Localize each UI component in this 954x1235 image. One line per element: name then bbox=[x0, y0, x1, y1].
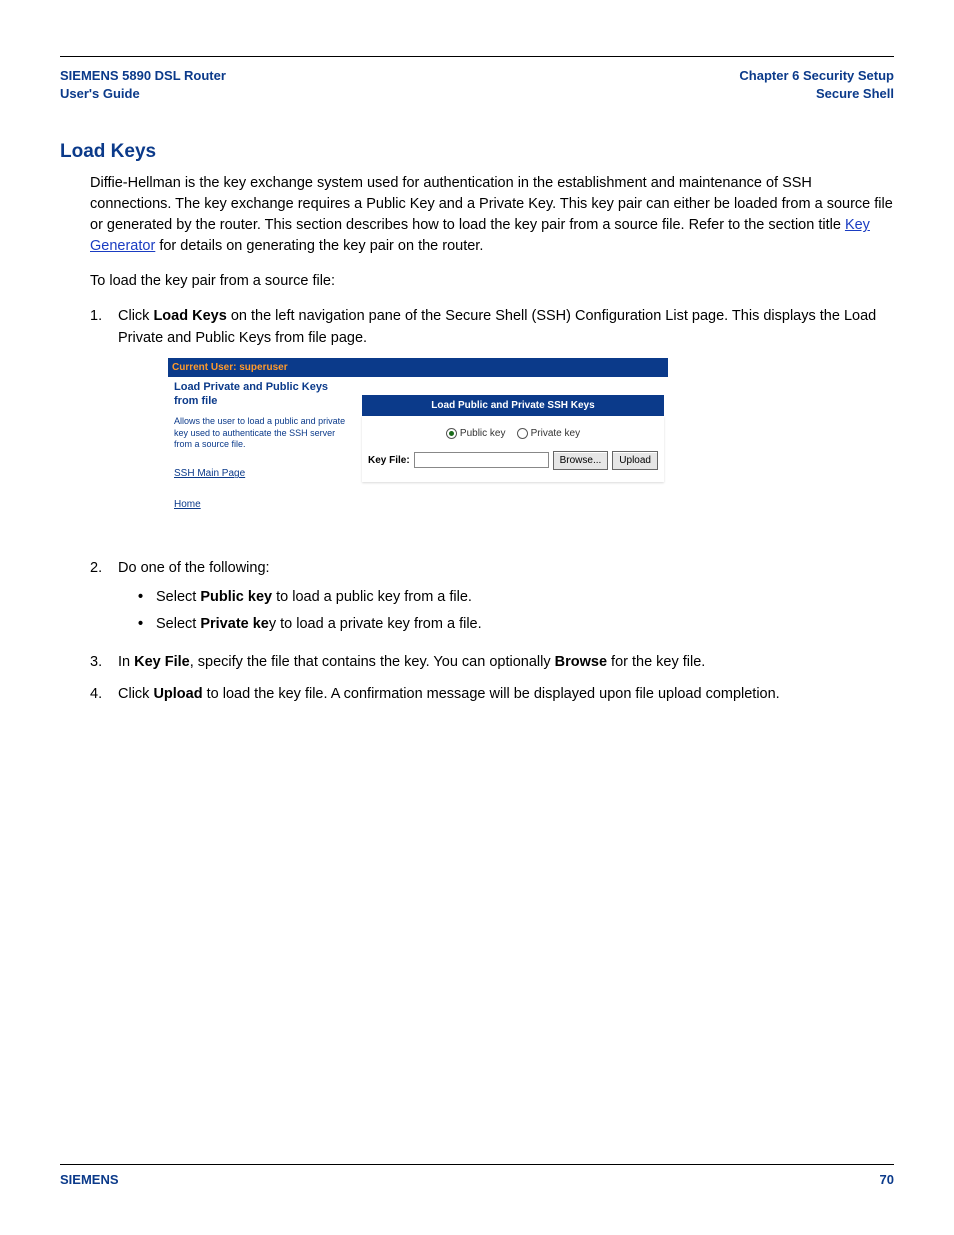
key-file-label: Key File: bbox=[368, 453, 410, 468]
ssh-main-page-link[interactable]: SSH Main Page bbox=[174, 466, 352, 481]
text: to load the key file. A confirmation mes… bbox=[203, 686, 780, 702]
radio-row: Public key Private key bbox=[368, 426, 658, 441]
public-key-label: Public key bbox=[460, 428, 506, 439]
screenshot-sidebar: Load Private and Public Keys from file A… bbox=[168, 377, 358, 534]
step-body: Click Upload to load the key file. A con… bbox=[118, 684, 894, 706]
key-file-row: Key File: Browse... Upload bbox=[368, 451, 658, 470]
home-link[interactable]: Home bbox=[174, 497, 352, 512]
private-key-label: Private key bbox=[531, 428, 580, 439]
text: Click bbox=[118, 686, 153, 702]
intro-paragraph: Diffie-Hellman is the key exchange syste… bbox=[90, 173, 894, 257]
footer-rule bbox=[60, 1164, 894, 1165]
sidebar-title: Load Private and Public Keys from file bbox=[174, 381, 352, 409]
step-body: Click Load Keys on the left navigation p… bbox=[118, 306, 894, 548]
header-right: Chapter 6 Security Setup Secure Shell bbox=[739, 67, 894, 103]
browse-button[interactable]: Browse... bbox=[553, 451, 609, 470]
chapter-subtitle: Secure Shell bbox=[739, 85, 894, 103]
intro-lead-in: To load the key pair from a source file: bbox=[90, 271, 894, 292]
intro-text-b: for details on generating the key pair o… bbox=[155, 238, 483, 254]
upload-button[interactable]: Upload bbox=[612, 451, 658, 470]
bullet-text: Select Private key to load a private key… bbox=[156, 613, 482, 636]
step-number: 4. bbox=[90, 684, 118, 706]
header-left: SIEMENS 5890 DSL Router User's Guide bbox=[60, 67, 226, 103]
doc-subtitle: User's Guide bbox=[60, 85, 226, 103]
step-3: 3. In Key File, specify the file that co… bbox=[90, 652, 894, 674]
bold-text: Private ke bbox=[200, 616, 269, 632]
bullet-icon: • bbox=[138, 586, 156, 609]
chapter-title: Chapter 6 Security Setup bbox=[739, 67, 894, 85]
ordered-steps: 1. Click Load Keys on the left navigatio… bbox=[90, 306, 894, 705]
bullet-item: • Select Private key to load a private k… bbox=[138, 613, 894, 636]
text: , specify the file that contains the key… bbox=[190, 654, 555, 670]
text: to load a public key from a file. bbox=[272, 589, 472, 605]
step-body: Do one of the following: • Select Public… bbox=[118, 558, 894, 642]
text: Do one of the following: bbox=[118, 560, 270, 576]
document-page: SIEMENS 5890 DSL Router User's Guide Cha… bbox=[0, 0, 954, 1235]
private-key-radio[interactable] bbox=[517, 428, 528, 439]
bold-text: Key File bbox=[134, 654, 190, 670]
bold-text: Load Keys bbox=[153, 308, 226, 324]
step-1: 1. Click Load Keys on the left navigatio… bbox=[90, 306, 894, 548]
step-2: 2. Do one of the following: • Select Pub… bbox=[90, 558, 894, 642]
text: Select bbox=[156, 616, 200, 632]
screenshot-body: Load Private and Public Keys from file A… bbox=[168, 377, 668, 534]
current-user-bar: Current User: superuser bbox=[168, 358, 668, 377]
doc-title: SIEMENS 5890 DSL Router bbox=[60, 67, 226, 85]
step-number: 2. bbox=[90, 558, 118, 642]
page-number: 70 bbox=[880, 1172, 894, 1187]
intro-text-a: Diffie-Hellman is the key exchange syste… bbox=[90, 175, 893, 233]
panel-body: Public key Private key Key File: Browse.… bbox=[362, 416, 664, 482]
bold-text: Upload bbox=[153, 686, 202, 702]
bullet-item: • Select Public key to load a public key… bbox=[138, 586, 894, 609]
bold-text: Public key bbox=[200, 589, 272, 605]
panel-heading: Load Public and Private SSH Keys bbox=[362, 395, 664, 416]
text: on the left navigation pane of the Secur… bbox=[118, 308, 876, 346]
step-body: In Key File, specify the file that conta… bbox=[118, 652, 894, 674]
text: Click bbox=[118, 308, 153, 324]
key-file-input[interactable] bbox=[414, 452, 549, 468]
sidebar-description: Allows the user to load a public and pri… bbox=[174, 416, 352, 450]
bullet-text: Select Public key to load a public key f… bbox=[156, 586, 472, 609]
step-number: 1. bbox=[90, 306, 118, 548]
page-footer: SIEMENS 70 bbox=[60, 1172, 894, 1187]
bullet-list: • Select Public key to load a public key… bbox=[138, 586, 894, 636]
text: y to load a private key from a file. bbox=[269, 616, 482, 632]
bold-text: Browse bbox=[555, 654, 607, 670]
footer-brand: SIEMENS bbox=[60, 1172, 119, 1187]
text: for the key file. bbox=[607, 654, 705, 670]
step-4: 4. Click Upload to load the key file. A … bbox=[90, 684, 894, 706]
screenshot-main: Load Public and Private SSH Keys Public … bbox=[358, 377, 668, 534]
header-rule bbox=[60, 56, 894, 57]
bullet-icon: • bbox=[138, 613, 156, 636]
step-number: 3. bbox=[90, 652, 118, 674]
page-header: SIEMENS 5890 DSL Router User's Guide Cha… bbox=[60, 67, 894, 103]
public-key-radio[interactable] bbox=[446, 428, 457, 439]
text: In bbox=[118, 654, 134, 670]
text: Select bbox=[156, 589, 200, 605]
embedded-screenshot: Current User: superuser Load Private and… bbox=[168, 358, 668, 534]
section-heading: Load Keys bbox=[60, 141, 894, 163]
